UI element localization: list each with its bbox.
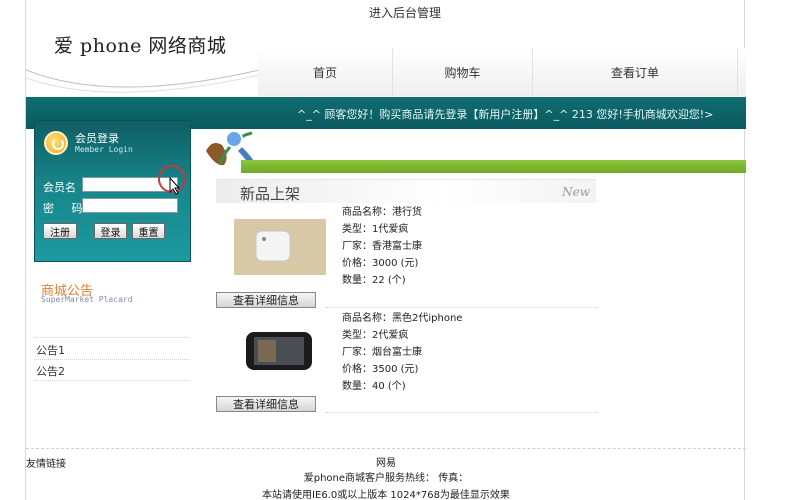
product-divider [326, 307, 598, 308]
footer-hotline: 爱phone商城客户服务热线： 传真： [303, 473, 469, 484]
view-details-button[interactable]: 查看详细信息 [216, 396, 316, 412]
new-products-header: 新品上架 New [216, 179, 596, 203]
login-subtitle: Member Login [75, 145, 133, 154]
product-type: 类型：2代爱疯 [342, 330, 409, 341]
product-card: 商品名称：港行货 类型：1代爱疯 厂家：香港富士康 价格：3000 (元) 数量… [216, 204, 598, 308]
product-quantity: 数量：22 (个) [342, 275, 406, 286]
product-name: 商品名称：黑色2代iphone [342, 313, 463, 324]
site-logo: 爱 phone 网络商城 [54, 35, 227, 57]
new-tag: New [562, 185, 590, 199]
product-name: 商品名称：港行货 [342, 207, 422, 218]
main-nav: 首页 购物车 查看订单 [258, 48, 746, 96]
product-info: 商品名称：港行货 类型：1代爱疯 厂家：香港富士康 价格：3000 (元) 数量… [342, 204, 422, 289]
nav-cart[interactable]: 购物车 [393, 48, 533, 96]
section-bar [241, 160, 746, 173]
notice-item[interactable]: 公告1 [36, 342, 65, 358]
register-button[interactable]: 注册 [43, 223, 77, 239]
page-container: 进入后台管理 爱 phone 网络商城 首页 购物车 查看订单 ^_^ 顾客您好… [25, 0, 746, 500]
banner-text: ^_^ 顾客您好！购买商品请先登录【新用户注册】^_^ 213 您好!手机商城欢… [297, 108, 714, 121]
product-vendor: 厂家：烟台富士康 [342, 347, 422, 358]
nav-orders[interactable]: 查看订单 [533, 48, 738, 96]
admin-link[interactable]: 进入后台管理 [369, 4, 441, 21]
product-type: 类型：1代爱疯 [342, 224, 409, 235]
reset-button[interactable]: 重置 [132, 223, 165, 239]
notice-divider [34, 337, 189, 338]
product-card: 商品名称：黑色2代iphone 类型：2代爱疯 厂家：烟台富士康 价格：3500… [216, 310, 598, 414]
product-price: 价格：3000 (元) [342, 258, 419, 269]
footer-divider [26, 448, 746, 449]
notice-item[interactable]: 公告2 [36, 363, 65, 379]
mouse-cursor-icon [169, 177, 181, 195]
notice-divider [34, 359, 189, 360]
product-price: 价格：3500 (元) [342, 364, 419, 375]
footer-company[interactable]: 网易 [26, 454, 746, 469]
new-products-title: 新品上架 [240, 185, 301, 203]
nav-home[interactable]: 首页 [258, 48, 393, 96]
logo-swoosh [26, 65, 282, 93]
notice-divider [34, 380, 189, 381]
product-vendor: 厂家：香港富士康 [342, 241, 422, 252]
product-divider [326, 412, 598, 413]
username-label: 会员名 [43, 181, 76, 194]
product-info: 商品名称：黑色2代iphone 类型：2代爱疯 厂家：烟台富士康 价格：3500… [342, 310, 462, 395]
member-icon [44, 131, 68, 155]
notice-subtitle: SuperMarket Placard [41, 295, 133, 304]
password-input[interactable] [82, 198, 178, 213]
product-image[interactable] [234, 326, 326, 382]
product-image[interactable] [234, 219, 326, 275]
footer-browser-note: 本站请使用IE6.0或以上版本 1024*768为最佳显示效果 [262, 490, 510, 500]
login-title: 会员登录 [75, 132, 119, 145]
view-details-button[interactable]: 查看详细信息 [216, 292, 316, 308]
login-button[interactable]: 登录 [94, 223, 127, 239]
product-quantity: 数量：40 (个) [342, 381, 406, 392]
